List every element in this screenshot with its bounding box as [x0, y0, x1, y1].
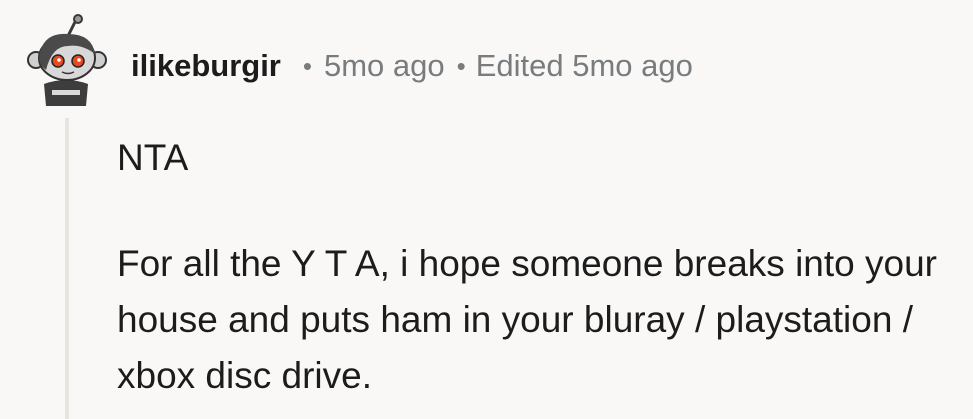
separator-dot: •: [302, 50, 312, 81]
thread-line[interactable]: [65, 118, 69, 419]
comment-header: ilikeburgir • 5mo ago • Edited 5mo ago: [131, 44, 693, 88]
comment-body: NTA For all the Y T A, i hope someone br…: [117, 130, 967, 404]
comment-paragraph: NTA: [117, 137, 189, 178]
separator-dot: •: [456, 50, 466, 81]
user-avatar[interactable]: [22, 14, 110, 106]
edited-timestamp: Edited 5mo ago: [475, 48, 693, 83]
username-link[interactable]: ilikeburgir: [131, 48, 281, 84]
comment: ilikeburgir • 5mo ago • Edited 5mo ago N…: [0, 0, 973, 419]
comment-paragraph: For all the Y T A, i hope someone breaks…: [117, 243, 937, 396]
post-timestamp[interactable]: 5mo ago: [324, 48, 445, 84]
snoo-avatar-icon: [27, 14, 107, 106]
